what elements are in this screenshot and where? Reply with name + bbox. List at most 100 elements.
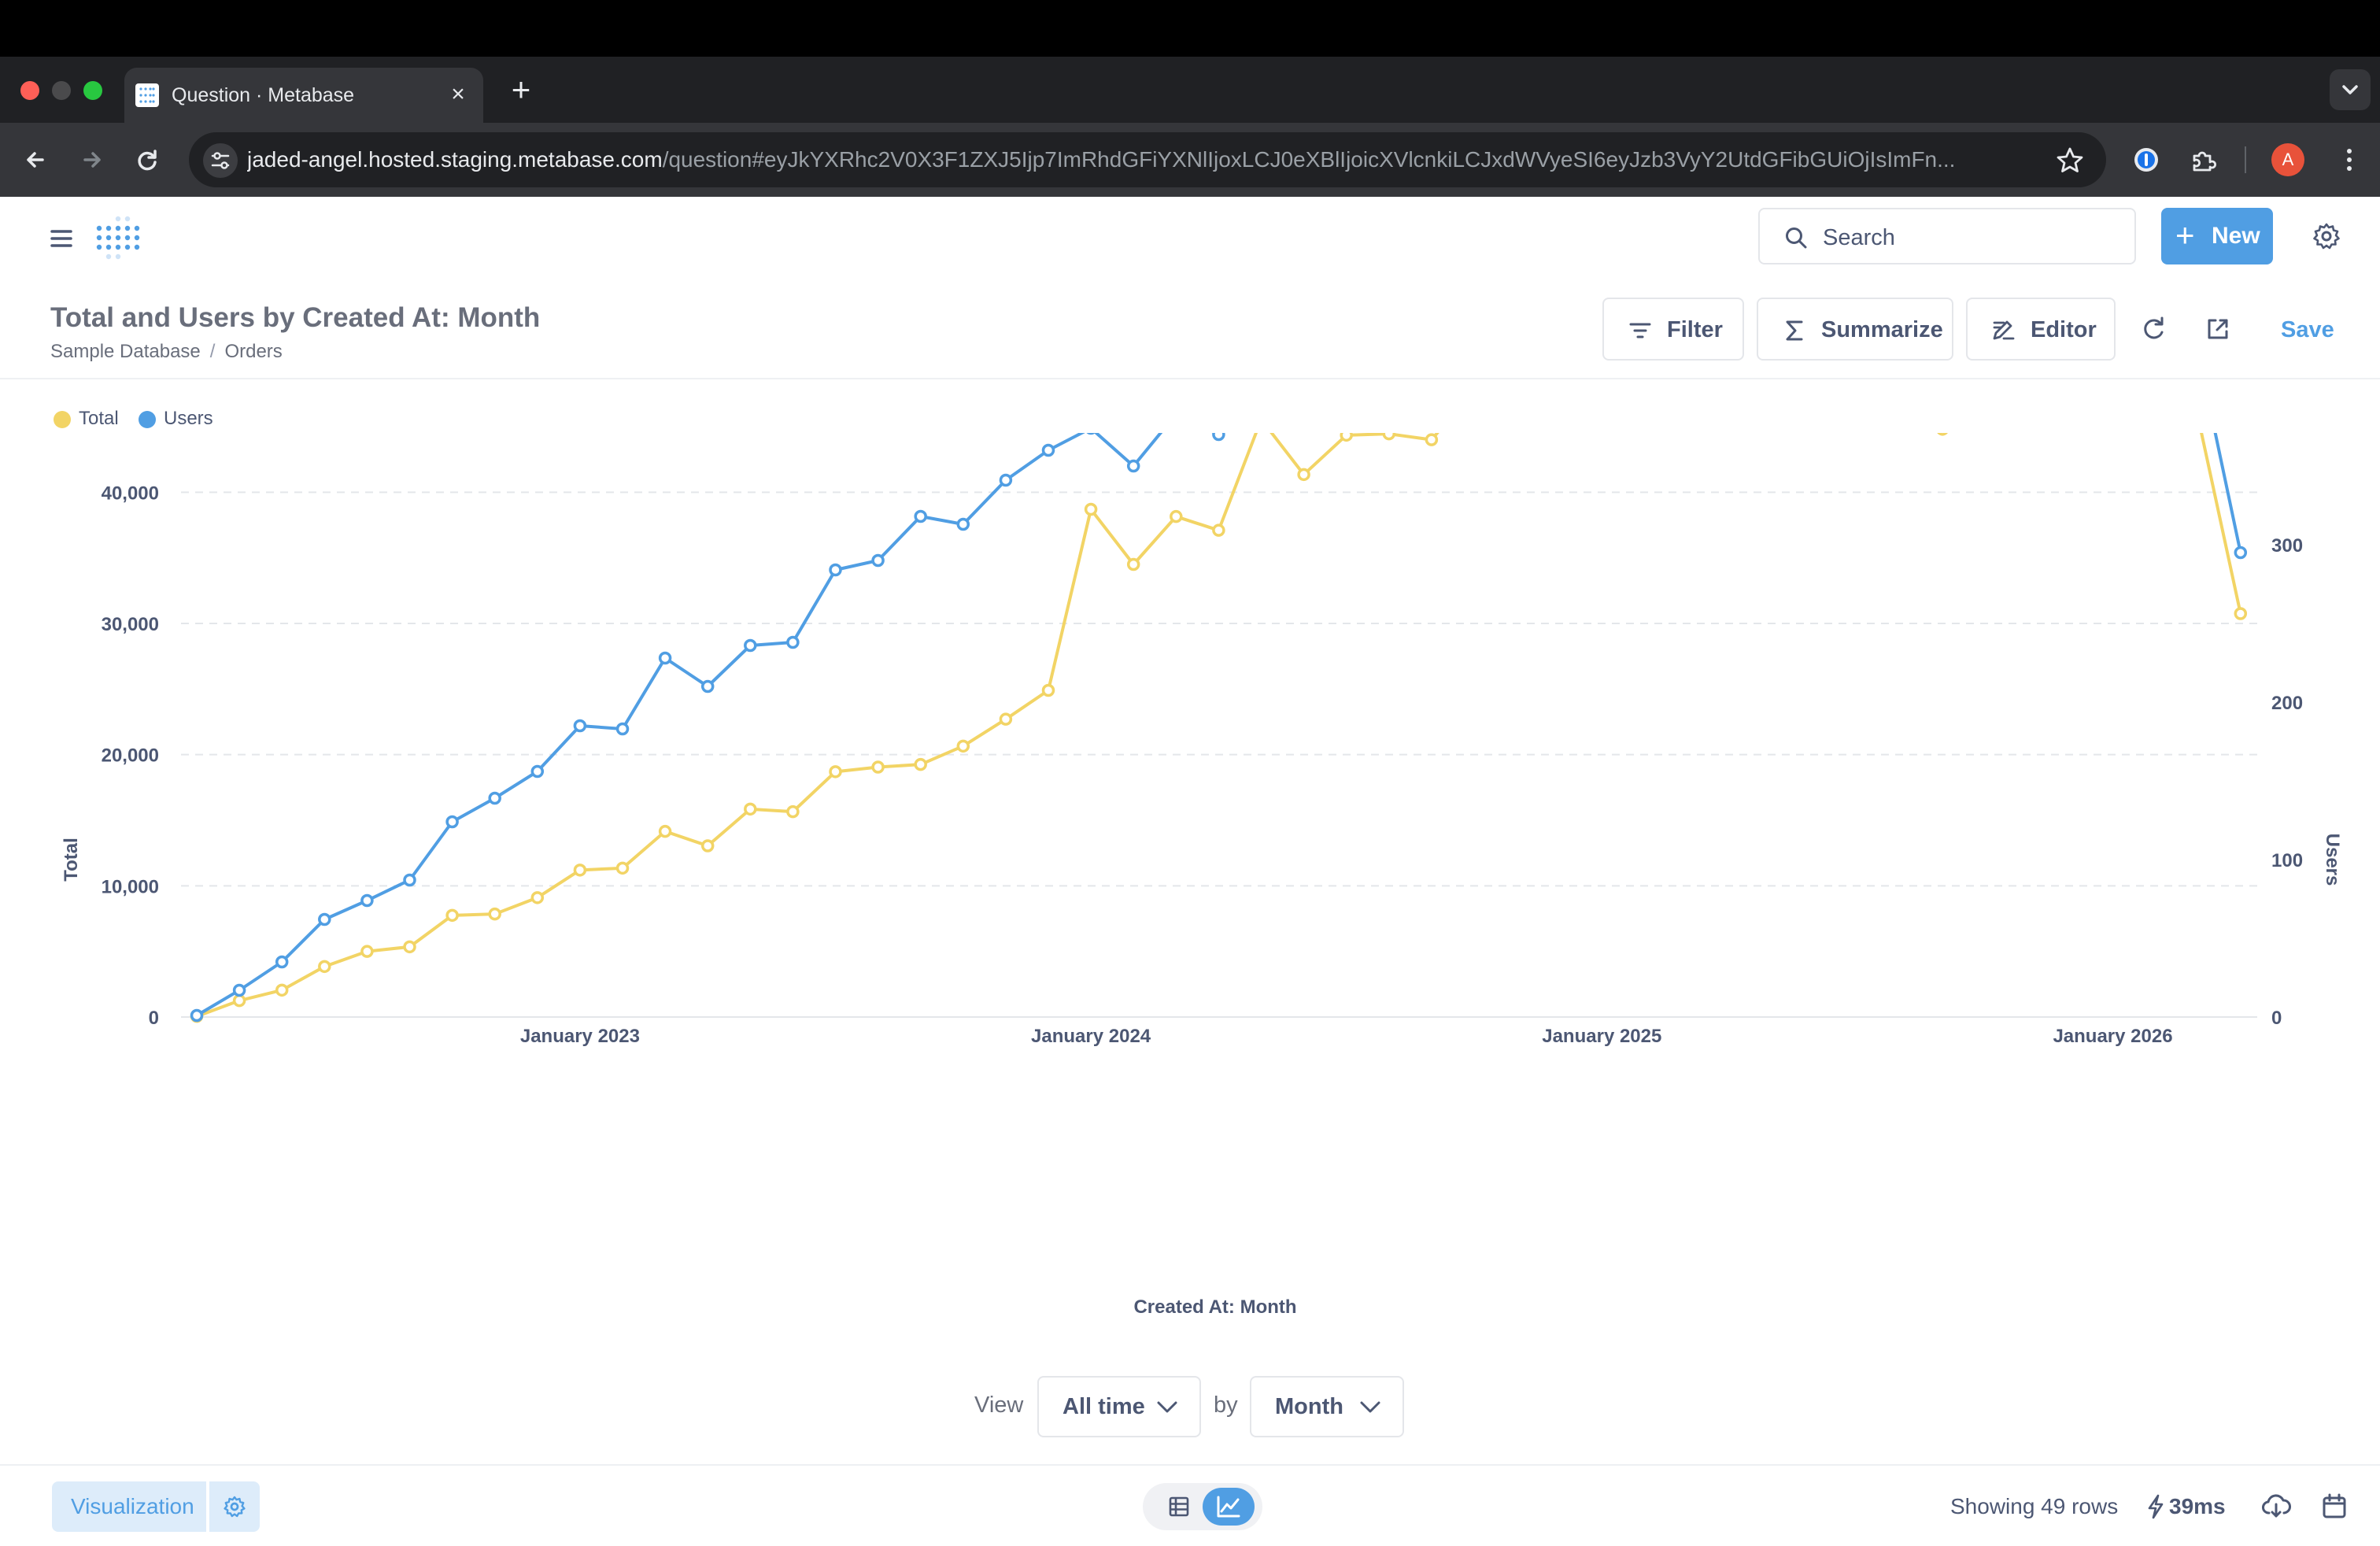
- filter-icon: [1629, 323, 1651, 338]
- data-point-total: [275, 983, 289, 997]
- visualization-settings-button[interactable]: [209, 1481, 260, 1532]
- editor-label: Editor: [2031, 317, 2097, 342]
- data-point-users: [999, 473, 1013, 487]
- data-point-total: [829, 765, 842, 779]
- by-label: by: [1214, 1393, 1238, 1418]
- refresh-icon[interactable]: [2138, 313, 2169, 345]
- new-button[interactable]: + New: [2161, 208, 2273, 264]
- data-point-users: [2234, 546, 2248, 560]
- address-bar[interactable]: jaded-angel.hosted.staging.metabase.com/…: [189, 132, 2106, 187]
- data-point-users: [1086, 433, 1096, 435]
- breadcrumb-database[interactable]: Sample Database: [50, 341, 201, 362]
- metabase-app: Search + New Total and Users by Created …: [0, 197, 2380, 1546]
- alerts-calendar-icon[interactable]: [2319, 1491, 2350, 1522]
- data-point-total: [700, 839, 715, 853]
- line-chart[interactable]: 010,00020,00030,00040,00050,00060,000 01…: [0, 433, 2380, 1362]
- breadcrumb-separator: /: [209, 341, 216, 362]
- data-point-total: [318, 960, 331, 974]
- data-point-total: [1084, 502, 1098, 516]
- x-tick-label: January 2026: [2053, 1026, 2172, 1047]
- tab-title: Question · Metabase: [172, 84, 355, 106]
- chart-view-toggle[interactable]: [1203, 1488, 1255, 1526]
- data-point-users: [786, 635, 800, 649]
- series-line-users: [195, 433, 2242, 1017]
- reload-button[interactable]: [128, 140, 167, 179]
- data-point-total: [1041, 683, 1055, 697]
- new-tab-button[interactable]: +: [504, 69, 538, 110]
- series-users: [190, 433, 2248, 1023]
- data-point-users: [1212, 433, 1225, 442]
- data-point-total: [232, 993, 246, 1008]
- data-point-total: [573, 864, 587, 877]
- maximize-window-button[interactable]: [83, 81, 102, 100]
- data-point-total: [871, 760, 885, 774]
- search-input[interactable]: Search: [1758, 208, 2136, 264]
- data-point-total: [1340, 433, 1353, 442]
- url-text: jaded-angel.hosted.staging.metabase.com/…: [247, 145, 2002, 175]
- site-info-icon[interactable]: [203, 143, 238, 178]
- table-chart-toggle: [1143, 1483, 1262, 1530]
- data-point-total: [1382, 433, 1396, 441]
- visualization-button[interactable]: Visualization: [52, 1481, 206, 1532]
- settings-gear-icon[interactable]: [2311, 220, 2342, 252]
- footer-divider: [0, 1464, 2380, 1466]
- save-button[interactable]: Save: [2281, 316, 2334, 343]
- bookmark-star-icon[interactable]: [2054, 140, 2086, 190]
- filter-label: Filter: [1667, 317, 1723, 342]
- lightning-bolt-icon: [2144, 1492, 2168, 1521]
- tab-search-button[interactable]: [2330, 69, 2371, 110]
- filter-button[interactable]: Filter: [1602, 298, 1744, 361]
- query-timing: 39ms: [2169, 1494, 2226, 1518]
- notebook-pencil-icon: [1993, 320, 2015, 340]
- data-point-total: [914, 757, 927, 771]
- right-tick-label: 0: [2271, 1008, 2282, 1029]
- profile-avatar[interactable]: A: [2271, 143, 2304, 176]
- metabase-logo-icon[interactable]: [93, 214, 143, 264]
- x-axis-label: Created At: Month: [1133, 1296, 1296, 1318]
- table-view-toggle[interactable]: [1157, 1492, 1201, 1521]
- question-title[interactable]: Total and Users by Created At: Month: [50, 301, 540, 335]
- data-point-total: [2234, 607, 2248, 620]
- chevron-down-icon: [2342, 85, 2358, 94]
- row-count: Showing 49 rows: [1950, 1494, 2119, 1518]
- x-tick-label: January 2023: [520, 1026, 640, 1047]
- browser-menu-icon[interactable]: [2330, 140, 2369, 179]
- breadcrumb-table[interactable]: Orders: [224, 341, 282, 362]
- search-placeholder: Search: [1823, 225, 1895, 250]
- sidebar-menu-icon[interactable]: [47, 224, 76, 253]
- table-icon: [1169, 1496, 1189, 1517]
- url-host: jaded-angel.hosted.staging.metabase.com: [247, 147, 663, 172]
- data-point-users: [615, 722, 630, 736]
- data-point-total: [786, 804, 800, 819]
- data-point-users: [1041, 443, 1055, 457]
- view-label: View: [974, 1393, 1024, 1418]
- browser-tab[interactable]: Question · Metabase ×: [124, 68, 483, 123]
- editor-button[interactable]: Editor: [1966, 298, 2116, 361]
- data-point-total: [488, 907, 501, 921]
- summarize-button[interactable]: Summarize: [1757, 298, 1953, 361]
- metabase-favicon-icon: [135, 83, 159, 107]
- data-point-total: [1297, 468, 1310, 482]
- x-axis-ticks: January 2023 January 2024 January 2025 Janu…: [520, 1026, 2173, 1047]
- data-point-total: [1425, 433, 1439, 446]
- minimize-window-button[interactable]: [52, 81, 71, 100]
- granularity-dropdown[interactable]: Month: [1250, 1376, 1404, 1437]
- tab-close-icon[interactable]: ×: [444, 80, 472, 109]
- data-point-users: [318, 912, 331, 926]
- download-icon[interactable]: [2260, 1491, 2292, 1522]
- legend-label-total: Total: [79, 408, 119, 429]
- password-manager-extension-icon[interactable]: [2127, 140, 2166, 179]
- data-point-users: [1126, 459, 1140, 473]
- time-range-dropdown[interactable]: All time: [1037, 1376, 1201, 1437]
- legend-swatch-total: [54, 411, 71, 428]
- close-window-button[interactable]: [20, 81, 39, 100]
- left-tick-label: 40,000: [102, 483, 159, 504]
- data-point-total: [999, 712, 1013, 726]
- forward-button[interactable]: [72, 140, 112, 179]
- data-point-users: [573, 719, 587, 733]
- arrow-left-icon: [27, 152, 44, 168]
- left-tick-label: 30,000: [102, 614, 159, 635]
- back-button[interactable]: [16, 140, 55, 179]
- extensions-puzzle-icon[interactable]: [2183, 140, 2223, 179]
- share-external-icon[interactable]: [2202, 313, 2234, 345]
